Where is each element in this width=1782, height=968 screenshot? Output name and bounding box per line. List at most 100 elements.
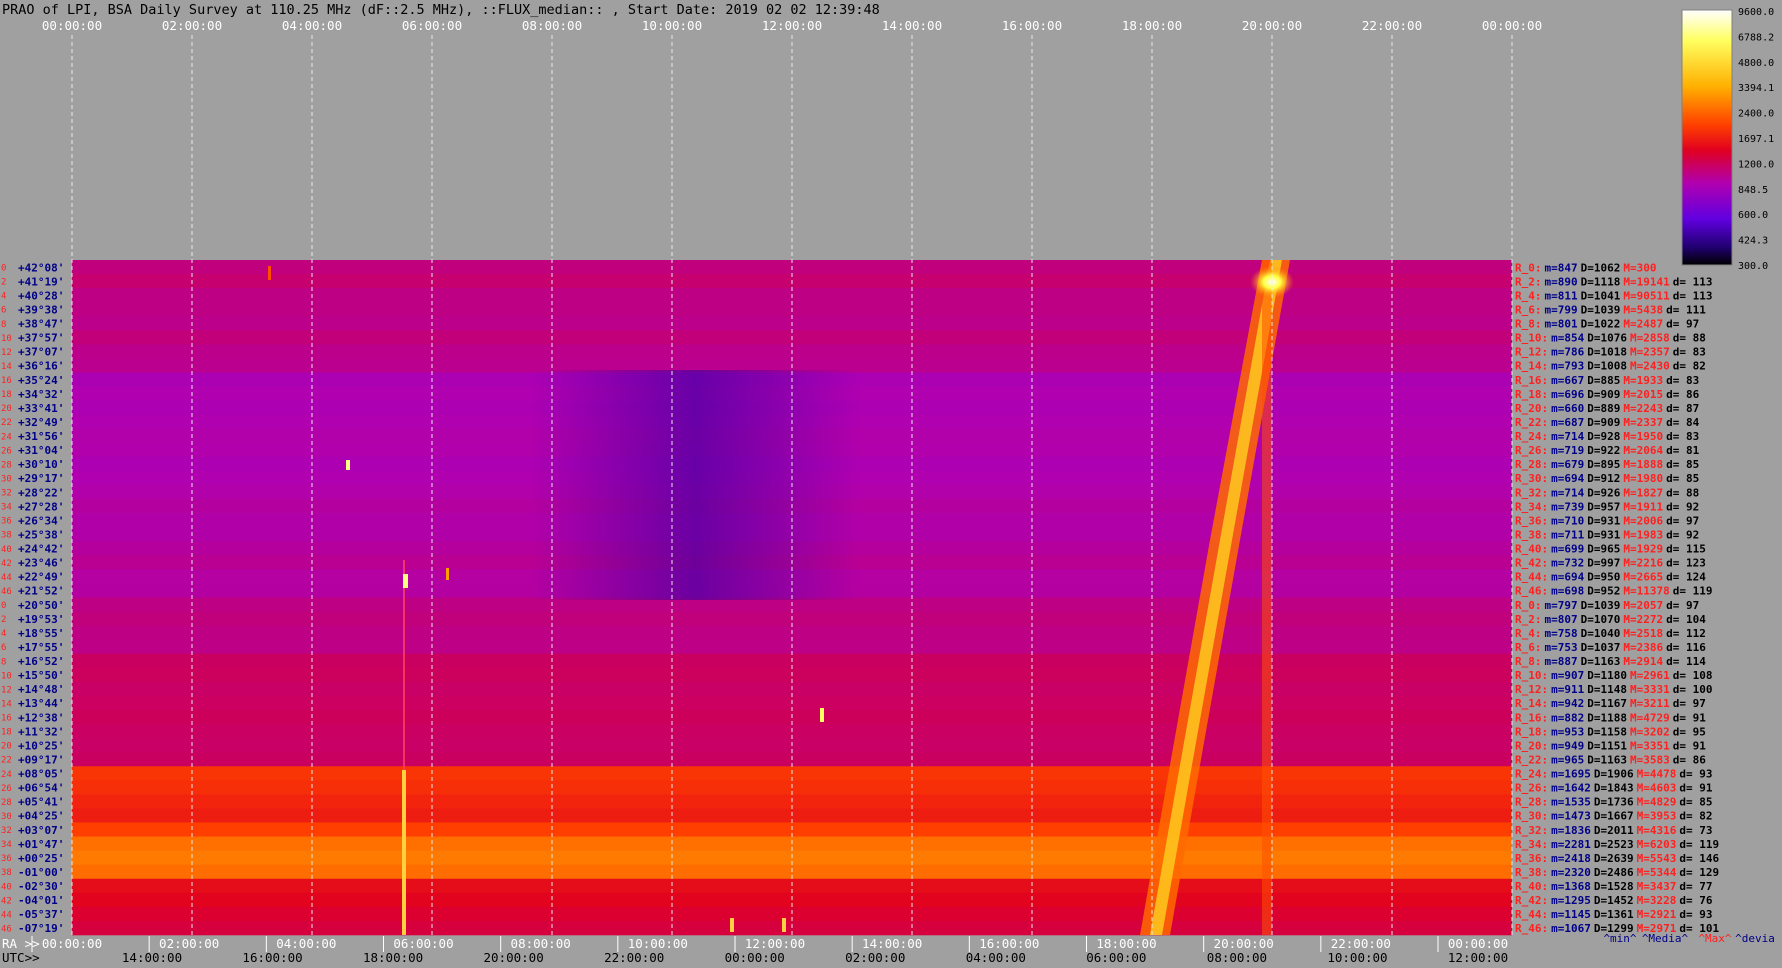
row-stat-value: d= 73 xyxy=(1679,824,1712,837)
declination-label: +14°48' xyxy=(18,683,64,696)
colorbar-tick-label: 1200.0 xyxy=(1738,159,1774,170)
row-stat-value: d= 91 xyxy=(1679,782,1712,795)
row-stats: R_10: m=854 D=1076 M=2858 d= 88 xyxy=(1515,332,1706,345)
utc-tick-label: 18:00:00 xyxy=(363,950,423,965)
row-stat-value: M=1929 xyxy=(1623,543,1663,556)
top-tick-label: 22:00:00 xyxy=(1362,18,1422,33)
row-stats: R_24: m=714 D=928 M=1950 d= 83 xyxy=(1515,430,1699,443)
declination-label: +40°28' xyxy=(18,289,64,302)
row-stat-value: d= 115 xyxy=(1666,543,1706,556)
row-stat-value: m=694 xyxy=(1551,472,1584,485)
row-stats: R_20: m=949 D=1151 M=3351 d= 91 xyxy=(1515,739,1706,752)
row-number: 2 xyxy=(1,615,6,625)
row-stat-value: D=1076 xyxy=(1587,332,1627,345)
stats-header: ^Media^ xyxy=(1642,932,1689,945)
row-stat-value: D=1118 xyxy=(1581,275,1621,288)
spot-5 xyxy=(268,266,271,280)
row-stat-value: D=1070 xyxy=(1581,613,1621,626)
row-stat-value: m=2281 xyxy=(1551,838,1591,851)
row-stat-value: R_12: xyxy=(1515,683,1548,696)
utc-tick-label: 22:00:00 xyxy=(604,950,664,965)
declination-label: -02°30' xyxy=(18,880,64,893)
spot-4 xyxy=(446,568,449,580)
row-stat-value: R_14: xyxy=(1515,360,1548,373)
row-stat-value: M=3437 xyxy=(1637,880,1677,893)
row-stat-value: R_24: xyxy=(1515,768,1548,781)
row-stat-value: M=6203 xyxy=(1637,838,1677,851)
row-stat-value: R_30: xyxy=(1515,472,1548,485)
declination-label: +29°17' xyxy=(18,472,64,485)
declination-label: +39°38' xyxy=(18,303,64,316)
row-number: 40 xyxy=(1,882,12,892)
declination-label: +00°25' xyxy=(18,852,64,865)
utc-tick-label: 02:00:00 xyxy=(845,950,905,965)
top-tick-label: 10:00:00 xyxy=(642,18,702,33)
vertical-streak-upper xyxy=(403,560,405,770)
colorbar-tick-label: 2400.0 xyxy=(1738,109,1774,120)
row-stat-value: M=3583 xyxy=(1630,753,1670,766)
row-stat-value: m=801 xyxy=(1545,318,1578,331)
ra-tick-label: 06:00:00 xyxy=(393,936,453,951)
row-stat-value: M=4729 xyxy=(1630,711,1670,724)
declination-label: +21°52' xyxy=(18,585,64,598)
row-stat-value: d= 112 xyxy=(1666,627,1706,640)
row-stat-value: m=660 xyxy=(1551,402,1584,415)
row-number: 42 xyxy=(1,559,12,569)
row-stat-value: D=997 xyxy=(1587,557,1620,570)
row-stat-value: R_18: xyxy=(1515,725,1548,738)
row-number: 14 xyxy=(1,699,12,709)
row-stat-value: M=3228 xyxy=(1637,894,1677,907)
row-stat-value: D=1040 xyxy=(1581,627,1621,640)
row-number: 16 xyxy=(1,714,12,724)
row-stat-value: m=1695 xyxy=(1551,768,1591,781)
declination-label: +20°50' xyxy=(18,599,64,612)
row-stat-value: D=909 xyxy=(1587,388,1620,401)
row-number: 0 xyxy=(1,601,6,611)
row-stat-value: M=2064 xyxy=(1623,444,1663,457)
row-stat-value: m=953 xyxy=(1551,725,1584,738)
row-stat-value: R_2: xyxy=(1515,275,1542,288)
row-stat-value: d= 84 xyxy=(1666,416,1699,429)
row-number: 32 xyxy=(1,826,12,836)
declination-label: +24°42' xyxy=(18,543,64,556)
top-tick-label: 00:00:00 xyxy=(42,18,102,33)
row-number: 46 xyxy=(1,924,12,934)
row-number: 44 xyxy=(1,910,12,920)
row-stat-value: D=1039 xyxy=(1581,599,1621,612)
row-number: 28 xyxy=(1,798,12,808)
row-stat-value: M=2337 xyxy=(1623,416,1663,429)
row-stat-value: m=753 xyxy=(1545,641,1578,654)
row-stat-value: D=889 xyxy=(1587,402,1620,415)
row-stats: R_2: m=807 D=1070 M=2272 d= 104 xyxy=(1515,613,1706,626)
row-number: 16 xyxy=(1,376,12,386)
row-number: 18 xyxy=(1,728,12,738)
declination-label: -04°01' xyxy=(18,894,64,907)
declination-label: +36°16' xyxy=(18,360,64,373)
stats-header: ^Max^ xyxy=(1698,932,1731,945)
row-stats: R_14: m=942 D=1167 M=3211 d= 97 xyxy=(1515,697,1706,710)
utc-axis-label: UTC>> xyxy=(2,950,40,965)
row-stat-value: m=882 xyxy=(1551,711,1584,724)
declination-label: +05°41' xyxy=(18,796,64,809)
row-stat-value: R_40: xyxy=(1515,543,1548,556)
row-number: 20 xyxy=(1,742,12,752)
row-stat-value: M=2057 xyxy=(1623,599,1663,612)
row-number: 36 xyxy=(1,517,12,527)
row-stat-value: D=1906 xyxy=(1594,768,1634,781)
declination-label: +11°32' xyxy=(18,725,64,738)
row-number: 26 xyxy=(1,784,12,794)
row-stat-value: M=1911 xyxy=(1623,500,1663,513)
row-stat-value: R_34: xyxy=(1515,838,1548,851)
row-stat-value: D=2639 xyxy=(1594,852,1634,865)
declination-label: +15°50' xyxy=(18,669,64,682)
row-stat-value: D=965 xyxy=(1587,543,1620,556)
row-stat-value: D=1039 xyxy=(1581,303,1621,316)
row-stat-value: R_8: xyxy=(1515,655,1542,668)
row-stat-value: M=4316 xyxy=(1637,824,1677,837)
row-number: 28 xyxy=(1,460,12,470)
row-stat-value: R_28: xyxy=(1515,796,1548,809)
row-number: 12 xyxy=(1,348,12,358)
row-stat-value: M=19141 xyxy=(1623,275,1670,288)
row-stat-value: M=2243 xyxy=(1623,402,1663,415)
row-stat-value: R_44: xyxy=(1515,571,1548,584)
